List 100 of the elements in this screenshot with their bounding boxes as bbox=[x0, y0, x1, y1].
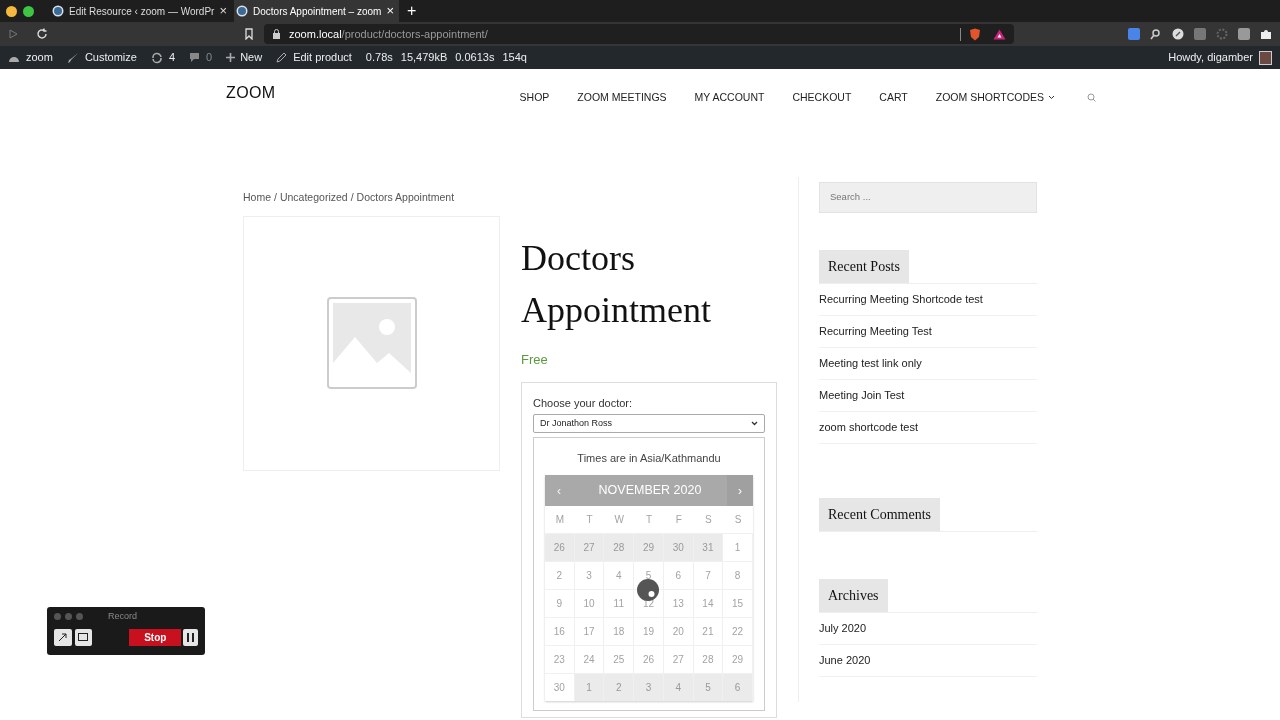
address-bar[interactable]: zoom.local/product/doctors-appointment/ bbox=[264, 24, 1014, 44]
debug-stat[interactable]: 15,479kB bbox=[400, 49, 448, 66]
widget-title: Recent Comments bbox=[819, 498, 941, 531]
widget-link[interactable]: Recurring Meeting Test bbox=[819, 316, 1037, 348]
nav-link[interactable]: SHOP bbox=[519, 90, 550, 106]
widget-link[interactable]: Meeting test link only bbox=[819, 348, 1037, 380]
calendar-day[interactable]: 28 bbox=[693, 645, 724, 674]
pause-button[interactable] bbox=[183, 628, 198, 646]
calendar-day[interactable]: 25 bbox=[604, 645, 635, 674]
play-icon[interactable] bbox=[8, 29, 18, 39]
window-zoom-button[interactable] bbox=[23, 5, 34, 17]
calendar-day[interactable]: 27 bbox=[663, 645, 694, 674]
avatar-icon[interactable] bbox=[1259, 50, 1272, 65]
calendar-day[interactable]: 11 bbox=[604, 589, 635, 618]
calendar-day[interactable]: 27 bbox=[574, 533, 605, 562]
timezone-note: Times are in Asia/Kathmandu bbox=[576, 450, 722, 466]
reload-icon[interactable] bbox=[36, 28, 48, 40]
debug-stat[interactable]: 0.0613s bbox=[455, 49, 495, 66]
close-icon[interactable]: × bbox=[219, 1, 230, 21]
calendar-day[interactable]: 15 bbox=[723, 589, 753, 618]
rectangle-icon bbox=[78, 633, 89, 641]
greeting-link[interactable]: Howdy, digamber bbox=[1168, 49, 1253, 66]
calendar-day[interactable]: 8 bbox=[723, 561, 753, 590]
magnifier-icon[interactable] bbox=[1150, 28, 1162, 40]
previous-month-button[interactable]: ‹ bbox=[545, 481, 573, 500]
doctor-select[interactable]: Dr Jonathon Ross bbox=[533, 413, 765, 433]
stop-button[interactable]: Stop bbox=[129, 628, 182, 646]
close-icon[interactable]: × bbox=[386, 1, 397, 21]
bookmark-icon[interactable] bbox=[244, 28, 254, 40]
calendar-day[interactable]: 1 bbox=[574, 673, 605, 702]
search-field[interactable]: Search ... bbox=[819, 182, 1037, 213]
calendar-day[interactable]: 4 bbox=[663, 673, 694, 702]
calendar-day[interactable]: 6 bbox=[663, 561, 694, 590]
updates-link[interactable]: 4 bbox=[150, 49, 175, 66]
nav-link[interactable]: ZOOM SHORTCODES bbox=[935, 90, 1056, 106]
site-link[interactable]: zoom bbox=[8, 49, 53, 66]
calendar-day[interactable]: 23 bbox=[545, 645, 575, 674]
calendar-day[interactable]: 26 bbox=[634, 645, 664, 674]
calendar-day[interactable]: 7 bbox=[693, 561, 724, 590]
widget-link[interactable]: Meeting Join Test bbox=[819, 380, 1037, 412]
arrow-tool-button[interactable] bbox=[54, 628, 72, 646]
calendar-day[interactable]: 2 bbox=[604, 673, 635, 702]
calendar-day[interactable]: 31 bbox=[693, 533, 724, 562]
calendar-day[interactable]: 2 bbox=[545, 561, 575, 590]
calendar-day[interactable]: 29 bbox=[634, 533, 664, 562]
calendar-day[interactable]: 19 bbox=[634, 617, 664, 646]
nav-link[interactable]: CHECKOUT bbox=[792, 90, 852, 106]
debug-stat[interactable]: 0.78s bbox=[365, 49, 393, 66]
calendar-day[interactable]: 4 bbox=[604, 561, 635, 590]
nav-link[interactable]: ZOOM MEETINGS bbox=[577, 90, 667, 106]
calendar-day[interactable]: 30 bbox=[545, 673, 575, 702]
calendar-day[interactable]: 29 bbox=[723, 645, 753, 674]
calendar-day[interactable]: 26 bbox=[545, 533, 575, 562]
triangle-icon[interactable] bbox=[993, 28, 1006, 40]
compass-icon[interactable] bbox=[1172, 28, 1184, 40]
calendar-day[interactable]: 16 bbox=[545, 617, 575, 646]
calendar-day[interactable]: 17 bbox=[574, 617, 605, 646]
customize-link[interactable]: Customize bbox=[66, 49, 137, 66]
browser-tab[interactable]: Doctors Appointment – zoom × bbox=[234, 0, 399, 22]
widget-link[interactable]: July 2020 bbox=[819, 613, 1037, 645]
site-logo[interactable]: ZOOM bbox=[226, 81, 276, 105]
breadcrumb-link[interactable]: Uncategorized bbox=[279, 191, 348, 203]
calendar-day[interactable]: 3 bbox=[574, 561, 605, 590]
calendar-day[interactable]: 18 bbox=[604, 617, 635, 646]
widget-link[interactable]: Recurring Meeting Shortcode test bbox=[819, 284, 1037, 316]
doctor-label: Choose your doctor: bbox=[533, 396, 634, 412]
wordpress-icon bbox=[52, 5, 64, 17]
next-month-button[interactable]: › bbox=[727, 475, 753, 507]
calendar-day[interactable]: 10 bbox=[574, 589, 605, 618]
calendar-day[interactable]: 28 bbox=[604, 533, 635, 562]
calendar-day[interactable]: 6 bbox=[723, 673, 753, 702]
browser-tab[interactable]: Edit Resource ‹ zoom — WordPr × bbox=[50, 0, 232, 22]
wordpress-icon bbox=[236, 5, 248, 17]
calendar-day[interactable]: 21 bbox=[693, 617, 724, 646]
calendar-day[interactable]: 24 bbox=[574, 645, 605, 674]
nav-link[interactable]: CART bbox=[879, 90, 908, 106]
breadcrumb-link[interactable]: Home bbox=[243, 191, 271, 203]
weekday-label: M bbox=[554, 513, 565, 528]
edit-product-link[interactable]: Edit product bbox=[276, 49, 352, 66]
breadcrumb-separator: / bbox=[273, 191, 278, 203]
nav-link[interactable]: MY ACCOUNT bbox=[694, 90, 765, 106]
calendar-day[interactable]: 13 bbox=[663, 589, 694, 618]
calendar-day[interactable]: 22 bbox=[723, 617, 753, 646]
new-link[interactable]: New bbox=[226, 49, 263, 66]
loading-spinner-icon bbox=[637, 579, 659, 602]
calendar-day[interactable]: 14 bbox=[693, 589, 724, 618]
debug-stat[interactable]: 154q bbox=[502, 49, 527, 66]
rectangle-tool-button[interactable] bbox=[74, 628, 93, 646]
widget-link[interactable]: zoom shortcode test bbox=[819, 412, 1037, 444]
comments-link[interactable]: 0 bbox=[189, 49, 213, 66]
search-icon[interactable] bbox=[1087, 93, 1097, 103]
calendar-day[interactable]: 1 bbox=[723, 533, 753, 562]
new-tab-icon[interactable]: + bbox=[401, 0, 423, 22]
widget-link[interactable]: June 2020 bbox=[819, 645, 1037, 677]
calendar-day[interactable]: 30 bbox=[663, 533, 694, 562]
calendar-day[interactable]: 9 bbox=[545, 589, 575, 618]
calendar-day[interactable]: 20 bbox=[663, 617, 694, 646]
calendar-day[interactable]: 3 bbox=[634, 673, 664, 702]
calendar-day[interactable]: 5 bbox=[693, 673, 724, 702]
window-close-button[interactable] bbox=[6, 5, 17, 17]
